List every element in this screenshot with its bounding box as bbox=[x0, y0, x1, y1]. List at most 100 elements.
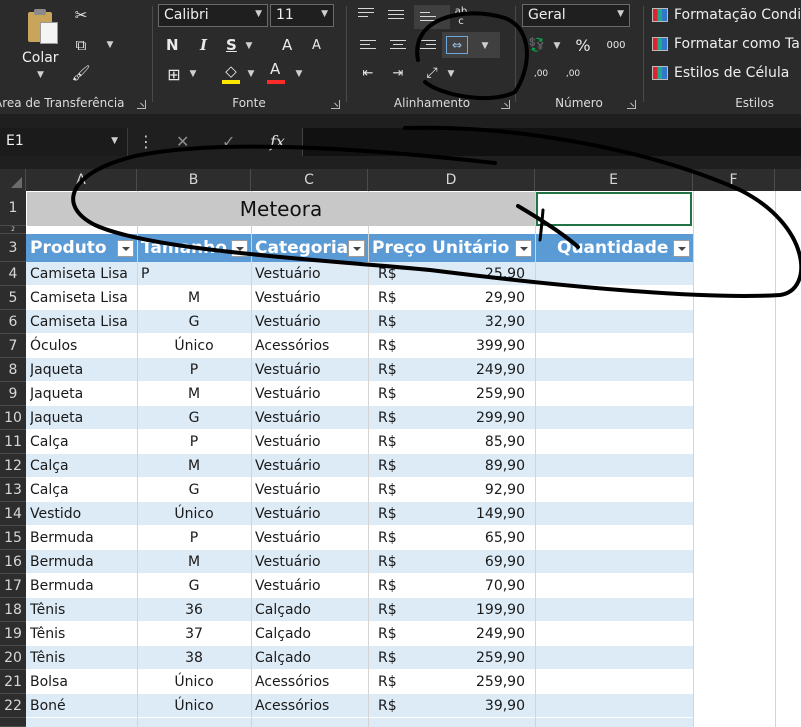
align-middle-icon[interactable] bbox=[388, 10, 404, 22]
cell-categoria[interactable]: Vestuário bbox=[255, 550, 366, 574]
row-header[interactable]: 7 bbox=[0, 334, 26, 358]
cell-currency-symbol[interactable]: R$ bbox=[378, 694, 408, 718]
row-header[interactable]: 21 bbox=[0, 670, 26, 694]
format-painter-icon[interactable]: 🖌 bbox=[71, 64, 90, 82]
row-header[interactable]: 4 bbox=[0, 262, 26, 286]
column-header-a[interactable]: A bbox=[26, 169, 137, 191]
cell-categoria[interactable]: Vestuário bbox=[255, 454, 366, 478]
row-header[interactable]: 12 bbox=[0, 454, 26, 478]
paste-button-label[interactable]: Colar bbox=[22, 50, 59, 66]
decrease-decimal-button[interactable]: ,00 bbox=[560, 66, 586, 82]
cell-categoria[interactable]: Calçado bbox=[255, 622, 366, 646]
cell-tamanho[interactable]: Único bbox=[137, 334, 251, 358]
cell-currency-symbol[interactable]: R$ bbox=[378, 598, 408, 622]
fill-color-dropdown-icon[interactable]: ▼ bbox=[246, 68, 256, 80]
row-header[interactable]: 19 bbox=[0, 622, 26, 646]
row-header[interactable]: 13 bbox=[0, 478, 26, 502]
cell-produto[interactable]: Bolsa bbox=[30, 670, 135, 694]
cell-categoria[interactable]: Vestuário bbox=[255, 382, 366, 406]
title-cell[interactable]: Meteora bbox=[27, 192, 535, 226]
cell-preco[interactable]: 259,90 bbox=[408, 646, 525, 670]
column-header-f[interactable]: F bbox=[693, 169, 775, 191]
row-header[interactable]: 6 bbox=[0, 310, 26, 334]
cell-categoria[interactable]: Vestuário bbox=[255, 310, 366, 334]
copy-dropdown-icon[interactable]: ▼ bbox=[104, 38, 116, 52]
orientation-dropdown-icon[interactable]: ▼ bbox=[446, 68, 456, 80]
cell-styles-button[interactable]: Estilos de Célula bbox=[652, 65, 789, 81]
row-header[interactable]: 3 bbox=[0, 234, 26, 262]
cell-tamanho[interactable]: P bbox=[137, 430, 251, 454]
cell-tamanho[interactable]: Único bbox=[137, 670, 251, 694]
select-all-button[interactable] bbox=[0, 169, 26, 191]
font-launcher-icon[interactable] bbox=[331, 100, 340, 109]
table-header-cell[interactable]: Tamanho bbox=[141, 234, 231, 262]
cell-produto[interactable]: Bermuda bbox=[30, 574, 135, 598]
merge-center-icon[interactable]: ⇔ bbox=[446, 36, 468, 54]
formula-input[interactable] bbox=[302, 128, 801, 156]
cell-produto[interactable]: Calça bbox=[30, 430, 135, 454]
cell-categoria[interactable]: Vestuário bbox=[255, 430, 366, 454]
increase-indent-icon[interactable]: ⇥ bbox=[388, 64, 408, 82]
name-box[interactable]: E1 ▼ bbox=[0, 128, 128, 156]
cell-produto[interactable]: Jaqueta bbox=[30, 406, 135, 430]
cell-categoria[interactable]: Acessórios bbox=[255, 334, 366, 358]
column-header-e[interactable]: E bbox=[535, 169, 693, 191]
font-size-combo[interactable]: 11 ▼ bbox=[270, 4, 334, 27]
underline-dropdown-icon[interactable]: ▼ bbox=[244, 40, 254, 52]
cell-tamanho[interactable]: 37 bbox=[137, 622, 251, 646]
row-header[interactable]: 11 bbox=[0, 430, 26, 454]
merge-dropdown-icon[interactable]: ▼ bbox=[480, 40, 490, 52]
align-top-icon[interactable] bbox=[358, 8, 374, 20]
row-header[interactable]: 2 bbox=[0, 226, 26, 234]
filter-dropdown-icon[interactable] bbox=[348, 240, 365, 257]
table-header-cell[interactable]: Quantidade bbox=[557, 234, 673, 262]
fill-color-icon[interactable]: ◇ bbox=[220, 62, 242, 80]
cell-tamanho[interactable]: P bbox=[137, 358, 251, 382]
row-header[interactable]: 22 bbox=[0, 694, 26, 718]
cut-icon[interactable]: ✂ bbox=[72, 6, 90, 24]
cell-preco[interactable]: 70,90 bbox=[408, 574, 525, 598]
font-name-combo[interactable]: Calibri ▼ bbox=[158, 4, 268, 27]
alignment-launcher-icon[interactable] bbox=[501, 100, 510, 109]
cell-currency-symbol[interactable]: R$ bbox=[378, 550, 408, 574]
percent-button[interactable]: % bbox=[574, 36, 592, 55]
cell-tamanho[interactable]: G bbox=[137, 574, 251, 598]
row-header[interactable]: 20 bbox=[0, 646, 26, 670]
filter-dropdown-icon[interactable] bbox=[515, 240, 532, 257]
shrink-font-button[interactable]: A bbox=[312, 38, 321, 53]
cell-produto[interactable]: Bermuda bbox=[30, 526, 135, 550]
row-header[interactable]: 1 bbox=[0, 191, 26, 226]
cell-preco[interactable]: 299,90 bbox=[408, 406, 525, 430]
table-row[interactable] bbox=[26, 718, 694, 727]
orientation-icon[interactable]: ⤢ bbox=[422, 64, 442, 82]
table-header-cell[interactable]: Preço Unitário bbox=[372, 234, 515, 262]
table-header-cell[interactable]: Categoria bbox=[255, 234, 348, 262]
row-header[interactable]: 5 bbox=[0, 286, 26, 310]
cell-produto[interactable]: Vestido bbox=[30, 502, 135, 526]
align-left-icon[interactable] bbox=[360, 40, 376, 52]
currency-format-icon[interactable]: 💱 bbox=[526, 36, 548, 54]
cell-categoria[interactable]: Vestuário bbox=[255, 358, 366, 382]
column-header-d[interactable]: D bbox=[368, 169, 535, 191]
borders-icon[interactable]: ⊞ bbox=[164, 64, 184, 84]
cell-tamanho[interactable]: Único bbox=[137, 502, 251, 526]
row-header[interactable]: 15 bbox=[0, 526, 26, 550]
cell-preco[interactable]: 32,90 bbox=[408, 310, 525, 334]
cell-preco[interactable]: 92,90 bbox=[408, 478, 525, 502]
cell-categoria[interactable]: Vestuário bbox=[255, 286, 366, 310]
cancel-icon[interactable]: ✕ bbox=[176, 132, 189, 151]
row-header[interactable]: 17 bbox=[0, 574, 26, 598]
currency-dropdown-icon[interactable]: ▼ bbox=[552, 40, 562, 52]
align-right-icon[interactable] bbox=[420, 40, 436, 52]
cell-categoria[interactable]: Vestuário bbox=[255, 406, 366, 430]
cell-currency-symbol[interactable]: R$ bbox=[378, 262, 408, 286]
cell-currency-symbol[interactable]: R$ bbox=[378, 382, 408, 406]
cell-preco[interactable]: 149,90 bbox=[408, 502, 525, 526]
cell-currency-symbol[interactable]: R$ bbox=[378, 646, 408, 670]
cell-preco[interactable]: 249,90 bbox=[408, 358, 525, 382]
column-header-c[interactable]: C bbox=[251, 169, 368, 191]
filter-dropdown-icon[interactable] bbox=[231, 240, 248, 257]
cell-tamanho[interactable]: G bbox=[137, 310, 251, 334]
cell-tamanho[interactable]: M bbox=[137, 382, 251, 406]
cell-produto[interactable]: Jaqueta bbox=[30, 358, 135, 382]
